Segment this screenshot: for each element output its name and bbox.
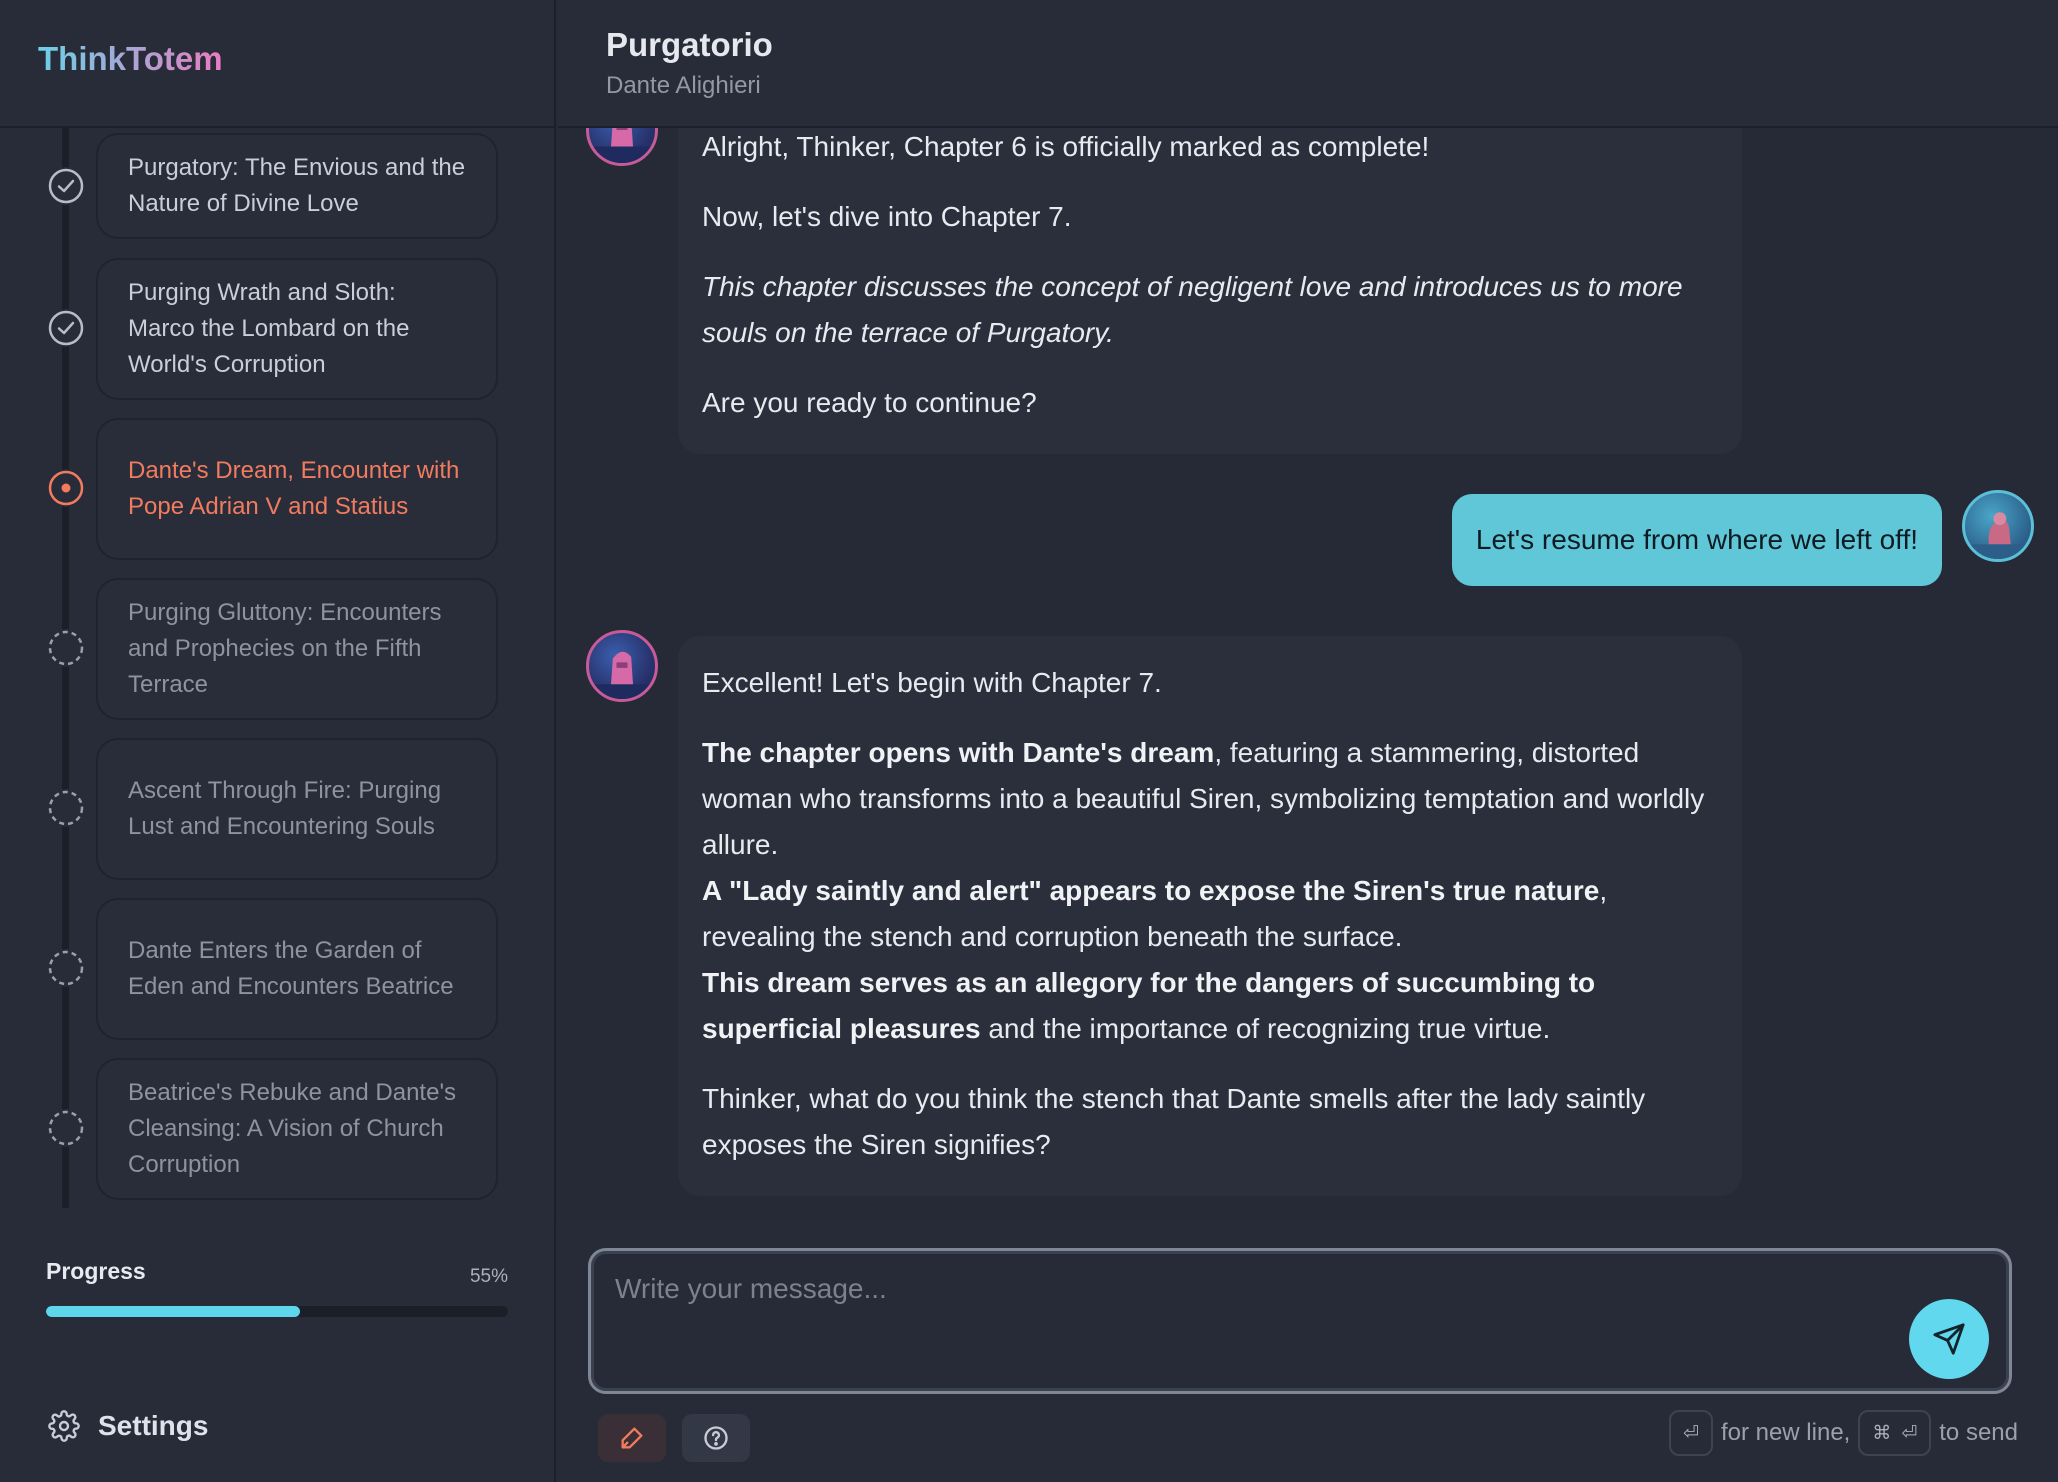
message-text: Alright, Thinker, Chapter 6 is officiall…: [702, 131, 1430, 162]
chapter-item[interactable]: Ascent Through Fire: Purging Lust and En…: [96, 738, 498, 880]
message-input[interactable]: [615, 1273, 1875, 1373]
sidebar: ThinkTotem Purgatory: The Envious and th…: [0, 0, 556, 1482]
book-title: Purgatorio: [606, 26, 773, 63]
chapter-item[interactable]: Beatrice's Rebuke and Dante's Cleansing:…: [96, 1058, 498, 1200]
cmd-enter-key-badge: ⌘ ⏎: [1858, 1410, 1932, 1456]
command-key-icon: ⌘: [1872, 1422, 1892, 1444]
user-message: Let's resume from where we left off!: [1451, 494, 1942, 586]
message-text: Thinker, what do you think the stench th…: [702, 1083, 1646, 1160]
progress-percent: 55%: [469, 1266, 508, 1287]
assistant-avatar: [586, 128, 658, 166]
settings-label: Settings: [98, 1410, 209, 1441]
chapter-title: Dante Enters the Garden of Eden and Enco…: [128, 937, 454, 1000]
message-input-box: [588, 1248, 2012, 1394]
dashed-circle-icon: [47, 789, 85, 827]
settings-button[interactable]: Settings: [48, 1410, 208, 1442]
chapter-item[interactable]: Purging Gluttony: Encounters and Prophec…: [96, 578, 498, 720]
brand-logo[interactable]: ThinkTotem: [38, 40, 223, 78]
chapter-title: Purgatory: The Envious and the Nature of…: [128, 154, 466, 217]
message-text: Are you ready to continue?: [702, 387, 1037, 418]
message-list[interactable]: Alright, Thinker, Chapter 6 is officiall…: [558, 128, 2058, 1220]
send-icon: [1932, 1322, 1966, 1356]
chapter-title: Purging Wrath and Sloth: Marco the Lomba…: [128, 279, 410, 378]
message-text-bold: A "Lady saintly and alert" appears to ex…: [702, 875, 1600, 906]
chapter-item-current[interactable]: Dante's Dream, Encounter with Pope Adria…: [96, 418, 498, 560]
chapter-item[interactable]: Dante Enters the Garden of Eden and Enco…: [96, 898, 498, 1040]
progress-section: Progress 55%: [46, 1258, 508, 1317]
assistant-message: Alright, Thinker, Chapter 6 is officiall…: [678, 128, 1742, 454]
dot-circle-icon: [47, 469, 85, 507]
enter-key-badge: ⏎: [1669, 1410, 1713, 1456]
highlight-button[interactable]: [598, 1414, 666, 1462]
dashed-circle-icon: [47, 1109, 85, 1147]
send-button[interactable]: [1909, 1299, 1989, 1379]
progress-bar-fill: [46, 1306, 301, 1317]
message-text: and the importance of recognizing true v…: [980, 1013, 1551, 1044]
keyboard-hint: ⏎ for new line, ⌘ ⏎ to send: [1669, 1410, 2018, 1456]
chapter-title: Ascent Through Fire: Purging Lust and En…: [128, 777, 442, 840]
check-circle-icon: [47, 309, 85, 347]
composer: ⏎ for new line, ⌘ ⏎ to send: [558, 1220, 2058, 1482]
timeline-line: [62, 128, 69, 1208]
dashed-circle-icon: [47, 949, 85, 987]
book-author: Dante Alighieri: [606, 72, 761, 99]
chapter-list: Purgatory: The Envious and the Nature of…: [0, 128, 556, 1208]
chapter-item[interactable]: Purging Wrath and Sloth: Marco the Lomba…: [96, 258, 498, 400]
chapter-item[interactable]: Purgatory: The Envious and the Nature of…: [96, 133, 498, 239]
gear-icon: [48, 1410, 80, 1442]
progress-label: Progress: [46, 1258, 146, 1284]
help-button[interactable]: [682, 1414, 750, 1462]
message-text: Excellent! Let's begin with Chapter 7.: [702, 667, 1162, 698]
enter-key-icon: ⏎: [1683, 1422, 1699, 1444]
hint-new-line: for new line,: [1720, 1419, 1851, 1446]
enter-key-icon: ⏎: [1901, 1422, 1918, 1444]
user-avatar: [1962, 490, 2034, 562]
help-icon: [702, 1424, 730, 1452]
check-circle-icon: [47, 167, 85, 205]
brand-bar: ThinkTotem: [0, 0, 556, 128]
pen-icon: [618, 1424, 646, 1452]
hint-send: to send: [1939, 1419, 2018, 1446]
message-text: Let's resume from where we left off!: [1475, 524, 1918, 555]
progress-bar: [46, 1306, 508, 1317]
chapter-title: Dante's Dream, Encounter with Pope Adria…: [128, 457, 460, 520]
dashed-circle-icon: [47, 629, 85, 667]
message-text-italic: This chapter discusses the concept of ne…: [702, 271, 1683, 348]
chapter-title: Beatrice's Rebuke and Dante's Cleansing:…: [128, 1079, 457, 1178]
assistant-avatar: [586, 630, 658, 702]
chat-header: Purgatorio Dante Alighieri: [558, 0, 2058, 128]
assistant-message: Excellent! Let's begin with Chapter 7. T…: [678, 636, 1742, 1196]
chapter-title: Purging Gluttony: Encounters and Prophec…: [128, 599, 442, 698]
message-text-bold: The chapter opens with Dante's dream: [702, 737, 1215, 768]
message-text: Now, let's dive into Chapter 7.: [702, 201, 1072, 232]
